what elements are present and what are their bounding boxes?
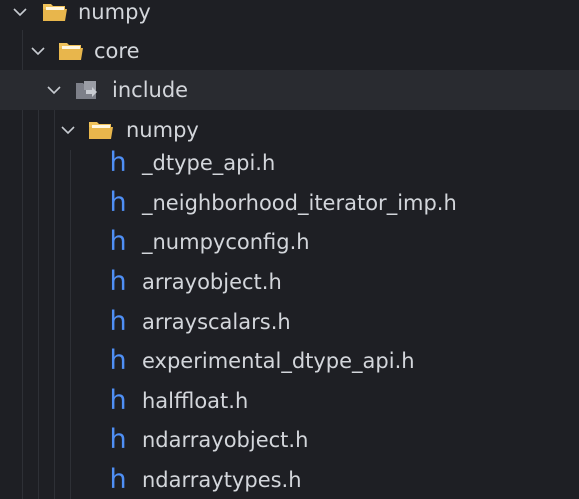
h-file-icon: h xyxy=(109,464,127,495)
chevron-down-icon[interactable] xyxy=(10,2,30,22)
h-file-icon: h xyxy=(109,266,127,297)
tree-item-label: arrayobject.h xyxy=(142,269,282,294)
tree-item-label: numpy xyxy=(78,0,151,24)
folder-open-icon xyxy=(88,119,114,141)
tree-item-label: include xyxy=(112,77,189,102)
folder-open-icon xyxy=(58,40,84,62)
tree-item-file[interactable]: h arrayscalars.h xyxy=(0,302,579,342)
tree-item-file[interactable]: h experimental_dtype_api.h xyxy=(0,341,579,381)
tree-item-file[interactable]: h _dtype_api.h xyxy=(0,143,579,183)
tree-item-include[interactable]: include xyxy=(0,70,579,110)
tree-item-label: _dtype_api.h xyxy=(142,150,276,175)
tree-item-label: halffloat.h xyxy=(142,388,249,413)
chevron-down-icon[interactable] xyxy=(58,120,78,140)
tree-item-numpy[interactable]: numpy xyxy=(0,0,579,32)
h-file-icon: h xyxy=(109,424,127,455)
folder-open-icon xyxy=(42,1,68,23)
tree-item-label: ndarraytypes.h xyxy=(142,467,302,492)
tree-item-label: numpy xyxy=(126,117,199,142)
tree-item-label: core xyxy=(94,38,140,63)
tree-item-label: _neighborhood_iterator_imp.h xyxy=(142,190,457,215)
h-file-icon: h xyxy=(109,385,127,416)
tree-item-file[interactable]: h _numpyconfig.h xyxy=(0,222,579,262)
include-folder-icon xyxy=(74,79,100,101)
chevron-down-icon[interactable] xyxy=(44,80,64,100)
tree-item-label: ndarrayobject.h xyxy=(142,427,309,452)
tree-item-core[interactable]: core xyxy=(0,31,579,71)
h-file-icon: h xyxy=(109,226,127,257)
file-explorer-tree: numpy core include numpy h _dtype_api.h … xyxy=(0,0,579,499)
h-file-icon: h xyxy=(109,147,127,178)
tree-item-label: experimental_dtype_api.h xyxy=(142,348,415,373)
tree-item-file[interactable]: h arrayobject.h xyxy=(0,262,579,302)
tree-item-file[interactable]: h ndarraytypes.h xyxy=(0,460,579,499)
h-file-icon: h xyxy=(109,187,127,218)
chevron-down-icon[interactable] xyxy=(28,41,48,61)
tree-item-label: _numpyconfig.h xyxy=(142,229,310,254)
tree-item-label: arrayscalars.h xyxy=(142,309,291,334)
tree-item-file[interactable]: h ndarrayobject.h xyxy=(0,420,579,460)
h-file-icon: h xyxy=(109,306,127,337)
h-file-icon: h xyxy=(109,345,127,376)
tree-item-file[interactable]: h _neighborhood_iterator_imp.h xyxy=(0,183,579,223)
tree-item-file[interactable]: h halffloat.h xyxy=(0,381,579,421)
